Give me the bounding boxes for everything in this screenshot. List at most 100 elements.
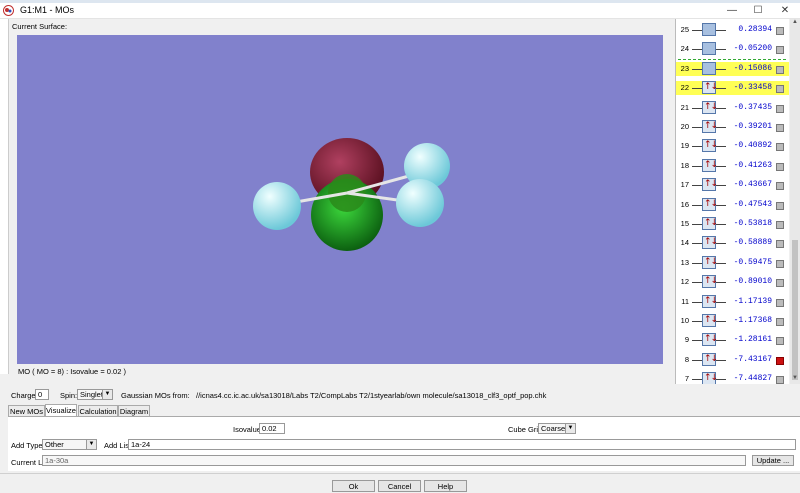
mo-occupancy-box[interactable]: ↑↓	[702, 158, 718, 172]
mo-occupancy-box[interactable]: ↑↓	[702, 294, 718, 308]
mo-occupancy-box[interactable]: ↑↓	[702, 81, 718, 95]
mo-select-checkbox[interactable]	[776, 279, 784, 288]
mo-energy: -0.53818	[733, 219, 772, 228]
mo-select-checkbox[interactable]	[776, 182, 784, 191]
cancel-button[interactable]: Cancel	[378, 480, 421, 492]
mo-energy: -0.05200	[733, 44, 772, 54]
cube-grid-select[interactable]: Coarse ▼	[538, 423, 576, 434]
mo-occupancy-box[interactable]	[702, 42, 716, 56]
minimize-button[interactable]: —	[722, 4, 742, 17]
mo-occupancy-box[interactable]: ↑↓	[702, 139, 718, 153]
electron-pair-icon: ↑↓	[704, 373, 718, 384]
mo-occupancy-box[interactable]: ↑↓	[702, 217, 718, 230]
mo-select-checkbox[interactable]	[776, 337, 784, 346]
spin-select[interactable]: Singlet ▼	[77, 389, 113, 400]
add-list-input[interactable]: 1a-24	[128, 439, 796, 450]
mo-occupancy-box[interactable]	[702, 61, 716, 75]
mo-row[interactable]: 8 ↑↓ -7.43167	[676, 352, 789, 367]
mo-occupancy-box[interactable]: ↑↓	[702, 352, 718, 366]
mo-select-checkbox[interactable]	[776, 259, 784, 268]
mo-select-checkbox[interactable]	[776, 85, 784, 94]
mo-select-checkbox[interactable]	[776, 46, 784, 55]
mo-energy-panel[interactable]: 25 0.28394 24 -0.05200 23 -0.15086 22 ↑↓ -0.3345…	[675, 19, 789, 384]
mo-occupancy-box[interactable]: ↑↓	[702, 197, 718, 211]
mo-energy: 0.28394	[738, 25, 772, 34]
mo-row[interactable]: 19 ↑↓ -0.40892	[676, 139, 789, 153]
molecule-viewport[interactable]	[17, 35, 663, 364]
maximize-button[interactable]: ☐	[748, 4, 768, 17]
scroll-up-arrow-icon[interactable]: ▲	[790, 19, 800, 28]
mo-select-checkbox[interactable]	[776, 298, 784, 307]
mo-occupancy-box[interactable]: ↑↓	[702, 333, 718, 347]
mo-row[interactable]: 20 ↑↓ -0.39201	[676, 120, 789, 134]
mo-select-checkbox[interactable]	[776, 240, 784, 249]
mo-select-checkbox[interactable]	[776, 376, 784, 384]
mo-select-checkbox[interactable]	[776, 27, 784, 35]
current-list-field: 1a-30a	[42, 455, 746, 466]
mo-energy: -0.33458	[733, 83, 772, 93]
charge-input[interactable]: 0	[35, 389, 49, 400]
mo-number: 17	[680, 180, 689, 190]
mo-select-checkbox[interactable]	[776, 201, 784, 210]
mo-row[interactable]: 9 ↑↓ -1.28161	[676, 333, 789, 347]
mo-select-checkbox[interactable]	[776, 124, 784, 132]
mo-scroll-thumb[interactable]	[792, 240, 798, 380]
mo-row[interactable]: 24 -0.05200	[676, 42, 789, 56]
mo-select-checkbox[interactable]	[776, 318, 784, 326]
mo-select-checkbox[interactable]	[776, 143, 784, 152]
chevron-down-icon: ▼	[102, 390, 112, 399]
mo-occupancy-box[interactable]	[702, 23, 716, 36]
mo-occupancy-box[interactable]: ↑↓	[702, 120, 718, 133]
mo-row[interactable]: 12 ↑↓ -0.89010	[676, 275, 789, 289]
mo-row[interactable]: 22 ↑↓ -0.33458	[676, 81, 789, 96]
scroll-down-arrow-icon[interactable]: ▼	[790, 375, 800, 384]
mo-energy: -1.17139	[733, 296, 772, 306]
mo-level-line	[692, 282, 702, 284]
close-button[interactable]: ✕	[775, 4, 795, 17]
mo-occupancy-box[interactable]: ↑↓	[702, 275, 718, 289]
mo-number: 22	[680, 83, 689, 93]
mo-number: 20	[680, 122, 689, 131]
mo-energy: -0.37435	[733, 102, 772, 112]
mo-occupancy-box[interactable]: ↑↓	[702, 100, 718, 114]
update-button[interactable]: Update ...	[752, 455, 794, 466]
mo-select-checkbox[interactable]	[776, 65, 784, 74]
mo-select-checkbox[interactable]	[776, 104, 784, 113]
mo-level-line	[692, 224, 702, 225]
mo-number: 7	[684, 374, 689, 384]
mo-row[interactable]: 16 ↑↓ -0.47543	[676, 197, 789, 212]
mo-row[interactable]: 23 -0.15086	[676, 61, 789, 76]
mo-row[interactable]: 17 ↑↓ -0.43667	[676, 178, 789, 192]
mo-energy: -1.28161	[733, 335, 772, 345]
mo-number: 21	[680, 102, 689, 112]
mo-number: 18	[680, 160, 689, 170]
mo-row[interactable]: 10 ↑↓ -1.17368	[676, 314, 789, 328]
mo-select-checkbox[interactable]	[776, 221, 784, 229]
add-type-select[interactable]: Other ▼	[42, 439, 97, 450]
mo-row[interactable]: 18 ↑↓ -0.41263	[676, 158, 789, 173]
left-edge-strip	[0, 19, 9, 374]
mo-number: 19	[680, 141, 689, 151]
mo-row[interactable]: 13 ↑↓ -0.59475	[676, 255, 789, 270]
mo-occupancy-box[interactable]: ↑↓	[702, 178, 718, 192]
mo-row[interactable]: 7 ↑↓ -7.44827	[676, 372, 789, 384]
mo-occupancy-box[interactable]: ↑↓	[702, 255, 718, 269]
mo-level-line	[692, 30, 702, 31]
mo-level-line	[692, 379, 702, 381]
mo-row[interactable]: 14 ↑↓ -0.58889	[676, 236, 789, 250]
mo-occupancy-box[interactable]: ↑↓	[702, 314, 718, 327]
mo-row[interactable]: 11 ↑↓ -1.17139	[676, 294, 789, 309]
mo-occupancy-box[interactable]: ↑↓	[702, 236, 718, 250]
mo-caption: MO ( MO = 8) : Isovalue = 0.02 )	[18, 367, 126, 376]
mo-select-checkbox[interactable]	[776, 162, 784, 171]
mo-level-line	[692, 321, 702, 322]
mo-row[interactable]: 21 ↑↓ -0.37435	[676, 100, 789, 115]
mo-select-checkbox[interactable]	[776, 356, 784, 365]
isovalue-input[interactable]: 0.02	[259, 423, 285, 434]
mo-row[interactable]: 25 0.28394	[676, 23, 789, 37]
chevron-down-icon: ▼	[565, 424, 575, 433]
ok-button[interactable]: Ok	[332, 480, 375, 492]
help-button[interactable]: Help	[424, 480, 467, 492]
mo-row[interactable]: 15 ↑↓ -0.53818	[676, 217, 789, 231]
mo-occupancy-box[interactable]: ↑↓	[702, 372, 718, 384]
